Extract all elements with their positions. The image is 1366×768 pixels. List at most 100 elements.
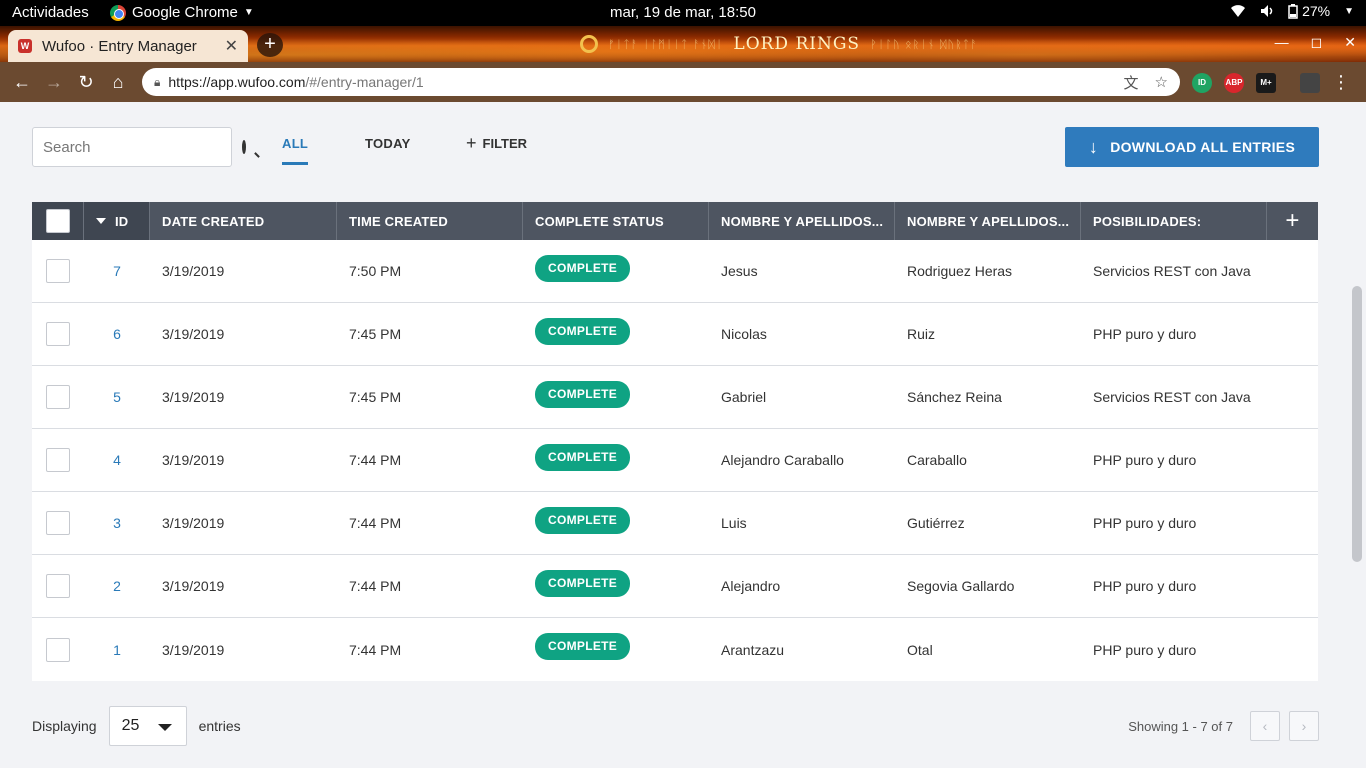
app-menu[interactable]: Google Chrome ▼: [110, 4, 254, 21]
caret-down-icon: ▼: [1344, 5, 1354, 17]
column-header-posibilidades[interactable]: POSIBILIDADES:: [1081, 202, 1267, 240]
entries-label: entries: [198, 718, 241, 734]
empty-cell: [1267, 366, 1318, 428]
table-row[interactable]: 3 3/19/2019 7:44 PM COMPLETE Luis Gutiér…: [32, 492, 1318, 555]
status-cell: COMPLETE: [523, 303, 709, 365]
apellidos-cell: Ruiz: [907, 326, 936, 342]
address-bar[interactable]: 🔒︎ https://app.wufoo.com/#/entry-manager…: [142, 68, 1180, 96]
row-select-cell: [32, 366, 84, 428]
empty-cell: [1267, 303, 1318, 365]
bookmark-star-icon[interactable]: ☆: [1155, 73, 1168, 91]
filter-button[interactable]: + FILTER: [466, 134, 528, 152]
status-cell: COMPLETE: [523, 240, 709, 302]
time-cell: 7:44 PM: [349, 641, 402, 658]
entry-id-link[interactable]: 1: [84, 618, 150, 681]
column-header-apellidos[interactable]: NOMBRE Y APELLIDOS...: [895, 202, 1081, 240]
tab-all[interactable]: ALL: [282, 136, 309, 165]
back-icon[interactable]: ←: [6, 72, 38, 93]
apellidos-cell: Gutiérrez: [907, 515, 965, 531]
browser-tab-active[interactable]: W Wufoo · Entry Manager ✕: [8, 30, 248, 62]
table-row[interactable]: 7 3/19/2019 7:50 PM COMPLETE Jesus Rodri…: [32, 240, 1318, 303]
table-header: ID DATE CREATED TIME CREATED COMPLETE ST…: [32, 202, 1318, 240]
translate-icon[interactable]: 文: [1124, 72, 1139, 93]
date-cell: 3/19/2019: [162, 578, 225, 594]
row-checkbox[interactable]: [46, 385, 70, 409]
forward-icon[interactable]: →: [38, 72, 70, 93]
tab-title: Wufoo · Entry Manager: [42, 37, 197, 55]
table-row[interactable]: 2 3/19/2019 7:44 PM COMPLETE Alejandro S…: [32, 555, 1318, 618]
pagination-size: Displaying 25 entries: [32, 706, 241, 746]
status-cell: COMPLETE: [523, 618, 709, 681]
next-page-button[interactable]: ›: [1289, 711, 1319, 741]
prev-page-button[interactable]: ‹: [1250, 711, 1280, 741]
nombre-cell: Jesus: [721, 263, 758, 279]
row-checkbox[interactable]: [46, 574, 70, 598]
home-icon[interactable]: ⌂: [102, 72, 134, 93]
column-header-date-created[interactable]: DATE CREATED: [150, 202, 337, 240]
adblock-plus-icon[interactable]: ABP: [1224, 72, 1244, 93]
download-all-entries-button[interactable]: ↓ DOWNLOAD ALL ENTRIES: [1065, 127, 1319, 167]
column-header-time-created[interactable]: TIME CREATED: [337, 202, 523, 240]
row-checkbox[interactable]: [46, 322, 70, 346]
select-all-checkbox[interactable]: [45, 209, 70, 233]
row-checkbox[interactable]: [46, 637, 70, 662]
time-cell: 7:44 PM: [349, 515, 402, 531]
status-badge: COMPLETE: [535, 633, 631, 660]
new-tab-button[interactable]: +: [257, 33, 283, 57]
apellidos-cell: Otal: [907, 641, 933, 658]
reload-icon[interactable]: ↻: [70, 72, 102, 93]
minimize-icon[interactable]: —: [1275, 34, 1289, 51]
url-text[interactable]: https://app.wufoo.com/#/entry-manager/1: [168, 74, 1107, 90]
table-row[interactable]: 6 3/19/2019 7:45 PM COMPLETE Nicolas Rui…: [32, 303, 1318, 366]
entry-id-link[interactable]: 6: [84, 303, 150, 365]
select-all-cell: [32, 202, 84, 240]
chrome-menu-icon[interactable]: ⋮: [1332, 72, 1350, 93]
entry-manager-page: ALL TODAY + FILTER ↓ DOWNLOAD ALL ENTRIE…: [0, 102, 1366, 768]
close-tab-icon[interactable]: ✕: [225, 36, 238, 56]
page-scrollbar[interactable]: [1352, 286, 1362, 562]
lock-icon[interactable]: 🔒︎: [154, 75, 160, 90]
search-box[interactable]: [32, 127, 246, 167]
system-tray[interactable]: 27% ▼: [1230, 3, 1354, 19]
per-page-select[interactable]: 25: [108, 706, 187, 746]
activities-button[interactable]: Actividades: [12, 4, 89, 21]
search-icon[interactable]: [242, 140, 246, 154]
filter-label: FILTER: [482, 136, 528, 151]
entry-id-link[interactable]: 4: [84, 429, 150, 491]
entry-id-link[interactable]: 5: [84, 366, 150, 428]
column-header-complete-status[interactable]: COMPLETE STATUS: [523, 202, 709, 240]
time-cell: 7:45 PM: [349, 389, 402, 405]
battery-icon: [1288, 3, 1298, 19]
maximize-icon[interactable]: ◻: [1311, 34, 1323, 51]
empty-cell: [1267, 429, 1318, 491]
add-column-button[interactable]: +: [1267, 202, 1318, 240]
entry-id-link[interactable]: 3: [84, 492, 150, 554]
extension-m-icon[interactable]: M+: [1256, 72, 1276, 93]
extension-cast-icon[interactable]: [1300, 72, 1320, 93]
nombre-cell: Luis: [721, 515, 747, 531]
search-input[interactable]: [43, 138, 242, 156]
posibilidades-cell: Servicios REST con Java: [1093, 263, 1251, 279]
arrow-down-icon: ↓: [1088, 136, 1099, 157]
nombre-cell: Arantzazu: [721, 641, 785, 658]
browser-toolbar: ← → ↻ ⌂ 🔒︎ https://app.wufoo.com/#/entry…: [0, 62, 1366, 102]
table-row[interactable]: 5 3/19/2019 7:45 PM COMPLETE Gabriel Sán…: [32, 366, 1318, 429]
status-cell: COMPLETE: [523, 555, 709, 617]
entry-id-link[interactable]: 7: [84, 240, 150, 302]
row-select-cell: [32, 240, 84, 302]
close-window-icon[interactable]: ✕: [1344, 34, 1356, 51]
entry-id-link[interactable]: 2: [84, 555, 150, 617]
time-cell: 7:44 PM: [349, 578, 402, 594]
table-row[interactable]: 1 3/19/2019 7:44 PM COMPLETE Arantzazu O…: [32, 618, 1318, 681]
system-top-bar: Actividades Google Chrome ▼ mar, 19 de m…: [0, 0, 1366, 26]
row-checkbox[interactable]: [46, 259, 70, 283]
apellidos-cell: Segovia Gallardo: [907, 578, 1015, 594]
row-checkbox[interactable]: [46, 448, 70, 472]
column-header-id[interactable]: ID: [84, 202, 150, 240]
table-row[interactable]: 4 3/19/2019 7:44 PM COMPLETE Alejandro C…: [32, 429, 1318, 492]
extension-id-icon[interactable]: ID: [1192, 72, 1212, 93]
tab-today[interactable]: TODAY: [365, 136, 411, 151]
column-header-nombre[interactable]: NOMBRE Y APELLIDOS...: [709, 202, 895, 240]
chevron-down-icon: [157, 724, 172, 731]
row-checkbox[interactable]: [46, 511, 70, 535]
